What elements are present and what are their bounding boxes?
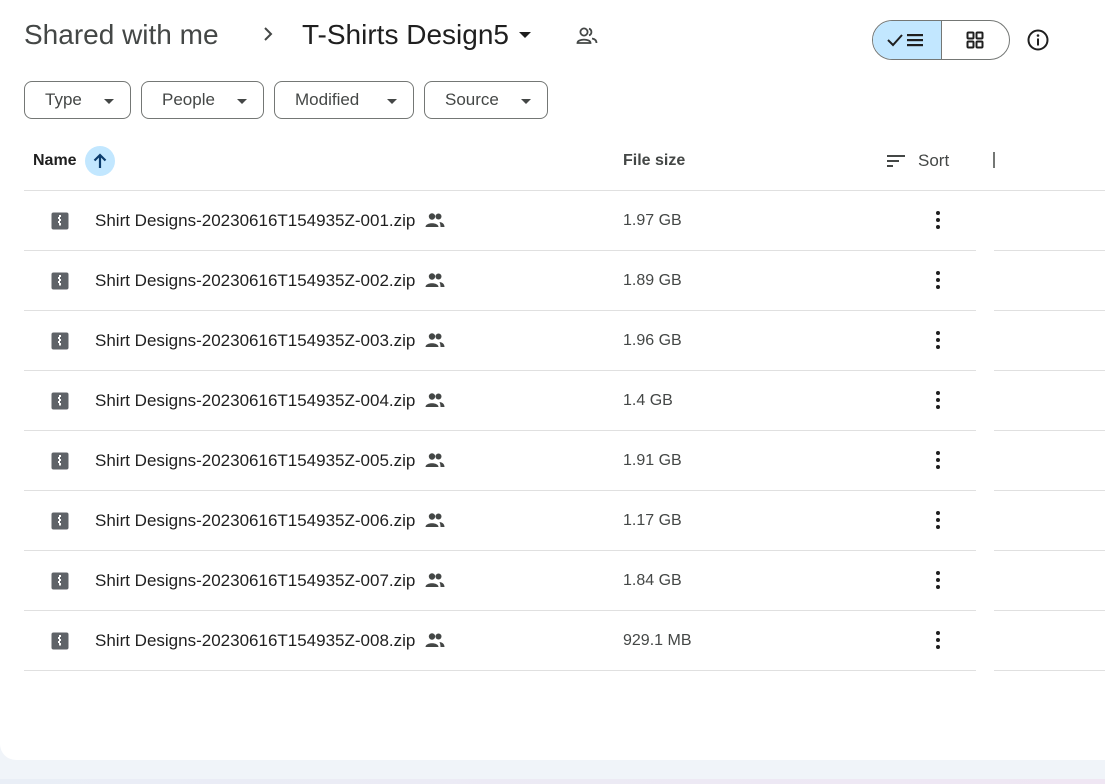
- shared-people-icon: [425, 332, 445, 347]
- file-size: 1.89 GB: [623, 272, 682, 289]
- row-divider-extension: [994, 670, 1105, 671]
- more-actions-icon[interactable]: [928, 447, 948, 473]
- row-divider-extension: [994, 550, 1105, 551]
- row-divider: [24, 670, 976, 671]
- sort-direction-button[interactable]: [85, 146, 115, 176]
- filter-type-label: Type: [45, 90, 82, 109]
- column-header-file-size: File size: [623, 152, 686, 169]
- file-size: 1.97 GB: [623, 212, 682, 229]
- more-actions-icon[interactable]: [928, 327, 948, 353]
- shared-people-icon: [425, 272, 445, 287]
- folder-title: T-Shirts Design5: [302, 19, 509, 50]
- zip-file-icon: [51, 632, 69, 650]
- column-header-name[interactable]: Name: [33, 150, 77, 172]
- info-icon[interactable]: [1026, 28, 1050, 52]
- row-divider-extension: [994, 490, 1105, 491]
- file-name-text: Shirt Designs-20230616T154935Z-007.zip: [95, 571, 416, 590]
- row-divider-extension: [994, 430, 1105, 431]
- breadcrumb-current-folder[interactable]: T-Shirts Design5: [302, 16, 531, 54]
- shared-people-icon: [425, 212, 445, 227]
- file-row[interactable]: Shirt Designs-20230616T154935Z-002.zip 1.…: [24, 251, 976, 311]
- shared-people-icon: [425, 572, 445, 587]
- file-name[interactable]: Shirt Designs-20230616T154935Z-005.zip: [95, 450, 445, 472]
- caret-down-icon: [518, 32, 531, 38]
- file-name-text: Shirt Designs-20230616T154935Z-004.zip: [95, 391, 416, 410]
- filter-modified[interactable]: Modified: [274, 81, 414, 119]
- row-divider-extension: [994, 370, 1105, 371]
- dropdown-arrow-icon: [521, 99, 531, 104]
- file-name[interactable]: Shirt Designs-20230616T154935Z-004.zip: [95, 390, 445, 412]
- file-name[interactable]: Shirt Designs-20230616T154935Z-006.zip: [95, 510, 445, 532]
- file-size: 1.4 GB: [623, 392, 673, 409]
- row-divider-extension: [994, 610, 1105, 611]
- shared-folder-icon: [576, 27, 598, 44]
- shared-people-icon: [425, 632, 445, 647]
- list-view-button[interactable]: [873, 21, 942, 59]
- shared-people-icon: [425, 392, 445, 407]
- file-name-text: Shirt Designs-20230616T154935Z-008.zip: [95, 631, 416, 650]
- zip-file-icon: [51, 572, 69, 590]
- filter-source[interactable]: Source: [424, 81, 548, 119]
- file-row[interactable]: Shirt Designs-20230616T154935Z-006.zip 1.…: [24, 491, 976, 551]
- zip-file-icon: [51, 212, 69, 230]
- file-name[interactable]: Shirt Designs-20230616T154935Z-008.zip: [95, 630, 445, 652]
- more-actions-icon[interactable]: [928, 627, 948, 653]
- column-resize-handle[interactable]: [993, 152, 995, 168]
- chevron-right-icon: [264, 27, 273, 41]
- grid-icon: [966, 31, 984, 49]
- file-size: 1.84 GB: [623, 572, 682, 589]
- grid-view-button[interactable]: [942, 21, 1010, 59]
- file-size: 1.96 GB: [623, 332, 682, 349]
- sort-label: Sort: [918, 151, 950, 170]
- file-size: 929.1 MB: [623, 632, 692, 649]
- file-row[interactable]: Shirt Designs-20230616T154935Z-005.zip 1.…: [24, 431, 976, 491]
- file-name-text: Shirt Designs-20230616T154935Z-002.zip: [95, 271, 416, 290]
- dropdown-arrow-icon: [387, 99, 397, 104]
- view-toggle: [872, 20, 1010, 60]
- filter-type[interactable]: Type: [24, 81, 131, 119]
- sort-button[interactable]: Sort: [886, 150, 949, 172]
- zip-file-icon: [51, 272, 69, 290]
- file-row[interactable]: Shirt Designs-20230616T154935Z-007.zip 1.…: [24, 551, 976, 611]
- file-name[interactable]: Shirt Designs-20230616T154935Z-001.zip: [95, 210, 445, 232]
- filter-people[interactable]: People: [141, 81, 264, 119]
- file-row[interactable]: Shirt Designs-20230616T154935Z-001.zip 1.…: [24, 191, 976, 251]
- filter-modified-label: Modified: [295, 90, 360, 109]
- file-name[interactable]: Shirt Designs-20230616T154935Z-007.zip: [95, 570, 445, 592]
- file-name-text: Shirt Designs-20230616T154935Z-006.zip: [95, 511, 416, 530]
- file-row[interactable]: Shirt Designs-20230616T154935Z-008.zip 92…: [24, 611, 976, 671]
- file-name-text: Shirt Designs-20230616T154935Z-005.zip: [95, 451, 416, 470]
- shared-people-icon: [425, 452, 445, 467]
- file-name-text: Shirt Designs-20230616T154935Z-003.zip: [95, 331, 416, 350]
- check-list-icon: [887, 34, 923, 47]
- file-name[interactable]: Shirt Designs-20230616T154935Z-002.zip: [95, 270, 445, 292]
- breadcrumb-shared-with-me[interactable]: Shared with me: [24, 16, 219, 54]
- row-divider-extension: [994, 250, 1105, 251]
- file-row[interactable]: Shirt Designs-20230616T154935Z-004.zip 1.…: [24, 371, 976, 431]
- dropdown-arrow-icon: [104, 99, 114, 104]
- file-name[interactable]: Shirt Designs-20230616T154935Z-003.zip: [95, 330, 445, 352]
- zip-file-icon: [51, 392, 69, 410]
- shared-people-icon: [425, 512, 445, 527]
- more-actions-icon[interactable]: [928, 267, 948, 293]
- more-actions-icon[interactable]: [928, 507, 948, 533]
- filter-people-label: People: [162, 90, 215, 109]
- more-actions-icon[interactable]: [928, 567, 948, 593]
- zip-file-icon: [51, 452, 69, 470]
- file-size: 1.17 GB: [623, 512, 682, 529]
- more-actions-icon[interactable]: [928, 207, 948, 233]
- row-divider-extension: [994, 310, 1105, 311]
- more-actions-icon[interactable]: [928, 387, 948, 413]
- file-size: 1.91 GB: [623, 452, 682, 469]
- arrow-up-icon: [93, 153, 107, 168]
- zip-file-icon: [51, 512, 69, 530]
- bottom-strip: [0, 779, 1105, 784]
- filter-source-label: Source: [445, 90, 499, 109]
- file-row[interactable]: Shirt Designs-20230616T154935Z-003.zip 1.…: [24, 311, 976, 371]
- dropdown-arrow-icon: [237, 99, 247, 104]
- sort-lines-icon: [887, 155, 905, 167]
- file-name-text: Shirt Designs-20230616T154935Z-001.zip: [95, 211, 416, 230]
- zip-file-icon: [51, 332, 69, 350]
